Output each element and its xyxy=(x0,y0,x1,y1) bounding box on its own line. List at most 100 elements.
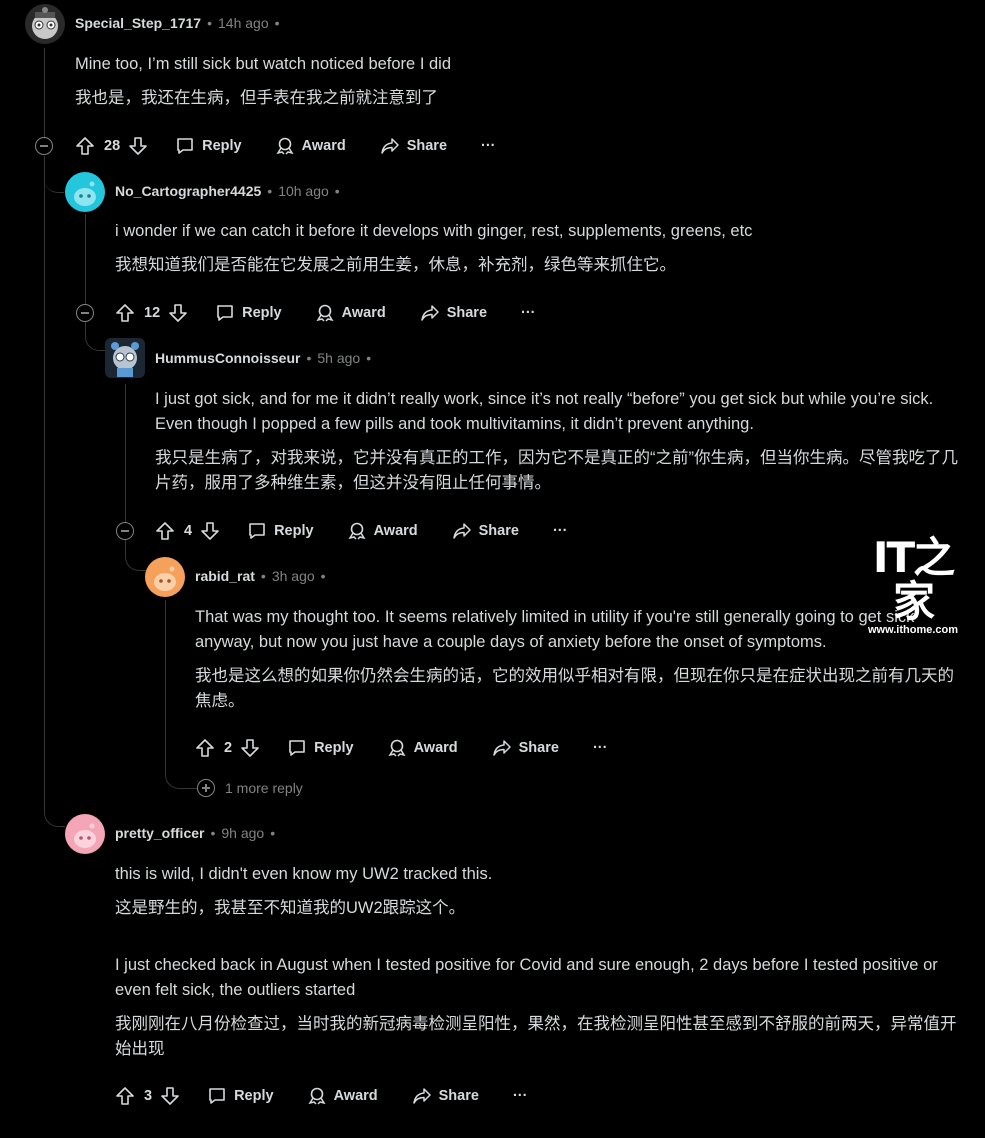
comment-header: pretty_officer • 9h ago • xyxy=(115,825,275,841)
comment-text-zh: 我也是这么想的如果你仍然会生病的话，它的效用似乎相对有限，但现在你只是在症状出现… xyxy=(195,667,954,710)
thread-connector xyxy=(44,790,65,827)
comment-header: No_Cartographer4425 • 10h ago • xyxy=(115,183,340,199)
downvote-button[interactable] xyxy=(200,521,220,541)
snoo-avatar-icon xyxy=(154,566,176,591)
downvote-icon xyxy=(201,522,219,540)
username[interactable]: rabid_rat xyxy=(195,568,255,584)
snoo-avatar-icon xyxy=(32,7,58,39)
share-button[interactable]: Share xyxy=(380,136,447,156)
award-button[interactable]: Award xyxy=(307,1086,378,1106)
reply-label: Reply xyxy=(234,1088,274,1104)
comment-text-zh: 我只是生病了，对我来说，它并没有真正的工作，因为它不是真正的“之前”你生病，但当… xyxy=(155,449,958,492)
comment-body: this is wild, I didn't even know my UW2 … xyxy=(115,862,965,1062)
more-replies-link[interactable]: 1 more reply xyxy=(197,779,303,797)
timestamp[interactable]: 9h ago xyxy=(221,825,264,841)
upvote-button[interactable] xyxy=(115,1086,135,1106)
comment-body: i wonder if we can catch it before it de… xyxy=(115,219,955,278)
vote-count: 4 xyxy=(184,523,193,539)
collapse-thread-button[interactable] xyxy=(35,137,53,155)
award-icon xyxy=(308,1087,326,1105)
upvote-icon xyxy=(156,522,174,540)
more-options-button[interactable]: ··· xyxy=(521,305,536,321)
timestamp[interactable]: 3h ago xyxy=(272,568,315,584)
snoo-avatar-icon xyxy=(111,342,139,377)
upvote-button[interactable] xyxy=(115,303,135,323)
share-button[interactable]: Share xyxy=(492,738,559,758)
vote-count: 12 xyxy=(144,305,161,321)
username[interactable]: No_Cartographer4425 xyxy=(115,183,261,199)
comment-text-en: I just got sick, and for me it didn’t re… xyxy=(155,390,934,433)
expand-icon xyxy=(197,779,215,797)
more-options-icon: ··· xyxy=(481,138,496,154)
upvote-button[interactable] xyxy=(155,521,175,541)
comment-actions: 3 Reply Award Share ··· xyxy=(115,1082,527,1110)
comment-body: Mine too, I’m still sick but watch notic… xyxy=(75,52,955,111)
reply-button[interactable]: Reply xyxy=(247,521,314,541)
more-options-button[interactable]: ··· xyxy=(593,740,608,756)
downvote-button[interactable] xyxy=(168,303,188,323)
timestamp[interactable]: 10h ago xyxy=(278,183,329,199)
share-icon xyxy=(452,523,471,539)
vote-count: 3 xyxy=(144,1088,153,1104)
username[interactable]: HummusConnoisseur xyxy=(155,350,300,366)
more-options-icon: ··· xyxy=(521,305,536,321)
comment-actions: 28 Reply Award Share ··· xyxy=(75,132,496,160)
award-icon xyxy=(348,522,366,540)
upvote-icon xyxy=(116,1087,134,1105)
avatar[interactable] xyxy=(65,814,105,854)
reply-button[interactable]: Reply xyxy=(175,136,242,156)
comment-actions: 2 Reply Award Share ··· xyxy=(195,734,607,762)
upvote-icon xyxy=(76,137,94,155)
more-options-button[interactable]: ··· xyxy=(553,523,568,539)
share-button[interactable]: Share xyxy=(420,303,487,323)
share-button[interactable]: Share xyxy=(452,521,519,541)
upvote-button[interactable] xyxy=(195,738,215,758)
separator-dot: • xyxy=(267,183,273,199)
award-button[interactable]: Award xyxy=(275,136,346,156)
more-options-button[interactable]: ··· xyxy=(513,1088,528,1104)
reply-label: Reply xyxy=(242,305,282,321)
comment-text-zh: 我想知道我们是否能在它发展之前用生姜，休息，补充剂，绿色等来抓住它。 xyxy=(115,256,676,274)
reply-button[interactable]: Reply xyxy=(207,1086,274,1106)
timestamp[interactable]: 14h ago xyxy=(218,15,269,31)
more-options-icon: ··· xyxy=(592,740,608,756)
more-options-icon: ··· xyxy=(552,523,568,539)
avatar[interactable] xyxy=(105,338,145,378)
share-button[interactable]: Share xyxy=(412,1086,479,1106)
award-button[interactable]: Award xyxy=(387,738,458,758)
comment-text-en: I just checked back in August when I tes… xyxy=(115,956,938,999)
avatar[interactable] xyxy=(65,172,105,212)
comment-text-zh: 我也是，我还在生病，但手表在我之前就注意到了 xyxy=(75,89,438,107)
upvote-button[interactable] xyxy=(75,136,95,156)
reply-icon xyxy=(209,1088,225,1104)
share-label: Share xyxy=(406,138,448,154)
award-label: Award xyxy=(333,1088,378,1104)
separator-dot: • xyxy=(306,350,312,366)
upvote-icon xyxy=(116,304,134,322)
reply-button[interactable]: Reply xyxy=(287,738,354,758)
downvote-button[interactable] xyxy=(128,136,148,156)
share-icon xyxy=(492,740,511,756)
timestamp[interactable]: 5h ago xyxy=(317,350,360,366)
avatar[interactable] xyxy=(145,557,185,597)
collapse-thread-button[interactable] xyxy=(116,522,134,540)
username[interactable]: pretty_officer xyxy=(115,825,204,841)
reply-label: Reply xyxy=(274,523,314,539)
username[interactable]: Special_Step_1717 xyxy=(75,15,201,31)
award-label: Award xyxy=(341,305,386,321)
downvote-button[interactable] xyxy=(240,738,260,758)
avatar[interactable] xyxy=(25,4,65,44)
share-icon xyxy=(380,138,399,154)
award-button[interactable]: Award xyxy=(347,521,418,541)
thread-connector xyxy=(44,160,64,193)
downvote-button[interactable] xyxy=(160,1086,180,1106)
comment-header: rabid_rat • 3h ago • xyxy=(195,568,326,584)
more-options-button[interactable]: ··· xyxy=(481,138,496,154)
vote-count: 2 xyxy=(224,740,233,756)
downvote-icon xyxy=(129,137,147,155)
comment-text-zh: 我刚刚在八月份检查过，当时我的新冠病毒检测呈阳性，果然，在我检测呈阳性甚至感到不… xyxy=(115,1015,957,1058)
award-button[interactable]: Award xyxy=(315,303,386,323)
reply-button[interactable]: Reply xyxy=(215,303,282,323)
collapse-thread-button[interactable] xyxy=(76,304,94,322)
thread-line xyxy=(44,156,45,806)
